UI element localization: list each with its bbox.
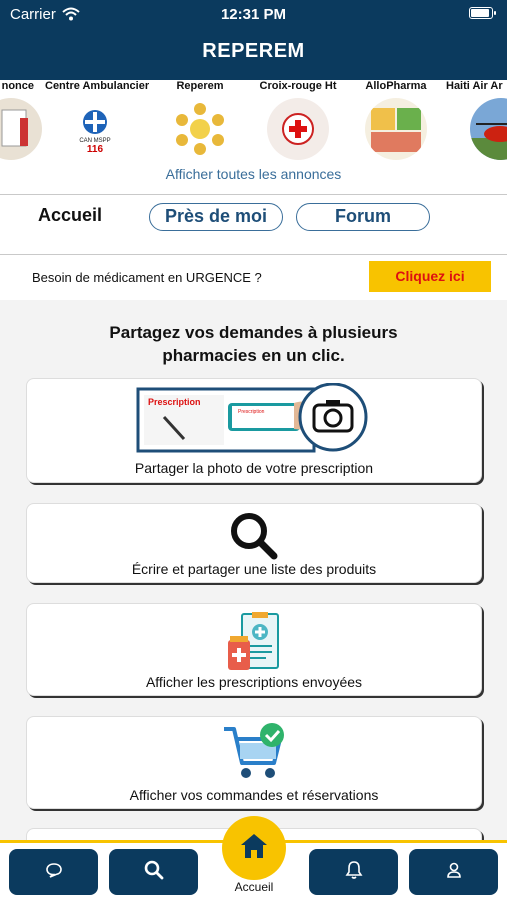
ambulance-logo-number: 116 [87, 144, 104, 155]
tab-pres-de-moi[interactable]: Près de moi [149, 203, 283, 231]
card-label: Écrire et partager une liste des produit… [131, 561, 377, 577]
user-icon [445, 861, 463, 884]
divider [0, 254, 507, 255]
orders-reservations-card[interactable]: Afficher vos commandes et réservations [26, 716, 482, 809]
show-all-annonces-link[interactable]: Afficher toutes les annonces [0, 166, 507, 182]
profile-button[interactable] [409, 849, 498, 895]
urgent-cliquez-ici-button[interactable]: Cliquez ici [369, 261, 491, 292]
carousel-item-reperem[interactable]: Reperem [150, 78, 250, 160]
annonce-thumbnail [0, 98, 42, 160]
intro-heading: Partagez vos demandes à plusieurs pharma… [0, 321, 507, 367]
clock: 12:31 PM [220, 6, 287, 23]
allopharma-thumbnail [365, 98, 427, 160]
status-bar: Carrier 12:31 PM [0, 5, 507, 25]
chat-bubble-icon [45, 861, 63, 884]
home-label: Accueil [234, 880, 274, 894]
medical-report-icon [226, 612, 282, 672]
share-prescription-photo-card[interactable]: Prescription Prescription Partager la ph… [26, 378, 482, 483]
search-icon [228, 510, 280, 562]
intro-line-2: pharmacies en un clic. [162, 346, 345, 365]
tab-accueil[interactable]: Accueil [38, 205, 102, 226]
card-label: Afficher les prescriptions envoyées [145, 674, 363, 690]
search-icon [144, 860, 164, 885]
nav-tabs: Accueil Près de moi Forum [0, 200, 507, 240]
annonces-carousel[interactable]: nonce Centre Ambulancier CAN MSPP 116 Re… [0, 78, 507, 178]
carousel-item-label: Croix-rouge Ht [259, 80, 337, 92]
carousel-item-label: Reperem [176, 80, 224, 92]
carousel-item-label: AlloPharma [365, 80, 427, 92]
ambulance-logo: CAN MSPP 116 [64, 98, 126, 160]
croix-rouge-logo [267, 98, 329, 160]
prescription-camera-illustration: Prescription Prescription [134, 382, 374, 455]
carousel-item-centre-ambulancier[interactable]: Centre Ambulancier CAN MSPP 116 [45, 78, 150, 160]
carousel-item-croix-rouge[interactable]: Croix-rouge Ht [248, 78, 348, 160]
carousel-item-annonce[interactable]: nonce [0, 78, 50, 160]
carousel-item-label: Haiti Air Ar [446, 80, 503, 92]
home-fab-button[interactable] [222, 816, 286, 880]
card-label: Partager la photo de votre prescription [134, 460, 374, 476]
urgent-banner: Besoin de médicament en URGENCE ? Clique… [0, 258, 507, 298]
bell-icon [345, 860, 363, 885]
carousel-item-allopharma[interactable]: AlloPharma [346, 78, 446, 160]
app-header: Carrier 12:31 PM REPEREM [0, 0, 507, 80]
intro-line-1: Partagez vos demandes à plusieurs [109, 323, 398, 342]
divider [0, 194, 507, 195]
prescription-label: Prescription [148, 397, 201, 407]
home-icon [239, 832, 269, 865]
tab-forum[interactable]: Forum [296, 203, 430, 231]
app-title: REPEREM [202, 40, 305, 62]
sent-prescriptions-card[interactable]: Afficher les prescriptions envoyées [26, 603, 482, 696]
shopping-cart-icon [222, 721, 286, 783]
phone-prescription-label: Prescription [238, 409, 265, 415]
search-nav-button[interactable] [109, 849, 198, 895]
carousel-item-label: nonce [1, 80, 34, 92]
write-product-list-card[interactable]: Écrire et partager une liste des produit… [26, 503, 482, 583]
battery-icon [469, 7, 496, 19]
reperem-diagram-thumbnail [169, 98, 231, 160]
carousel-item-label: Centre Ambulancier [45, 80, 150, 92]
notifications-button[interactable] [309, 849, 398, 895]
card-label: Afficher vos commandes et réservations [129, 787, 379, 803]
urgent-text: Besoin de médicament en URGENCE ? [32, 270, 262, 285]
helicopter-thumbnail [470, 98, 507, 160]
carousel-item-haiti-air[interactable]: Haiti Air Ar [440, 78, 507, 160]
chat-button[interactable] [9, 849, 98, 895]
